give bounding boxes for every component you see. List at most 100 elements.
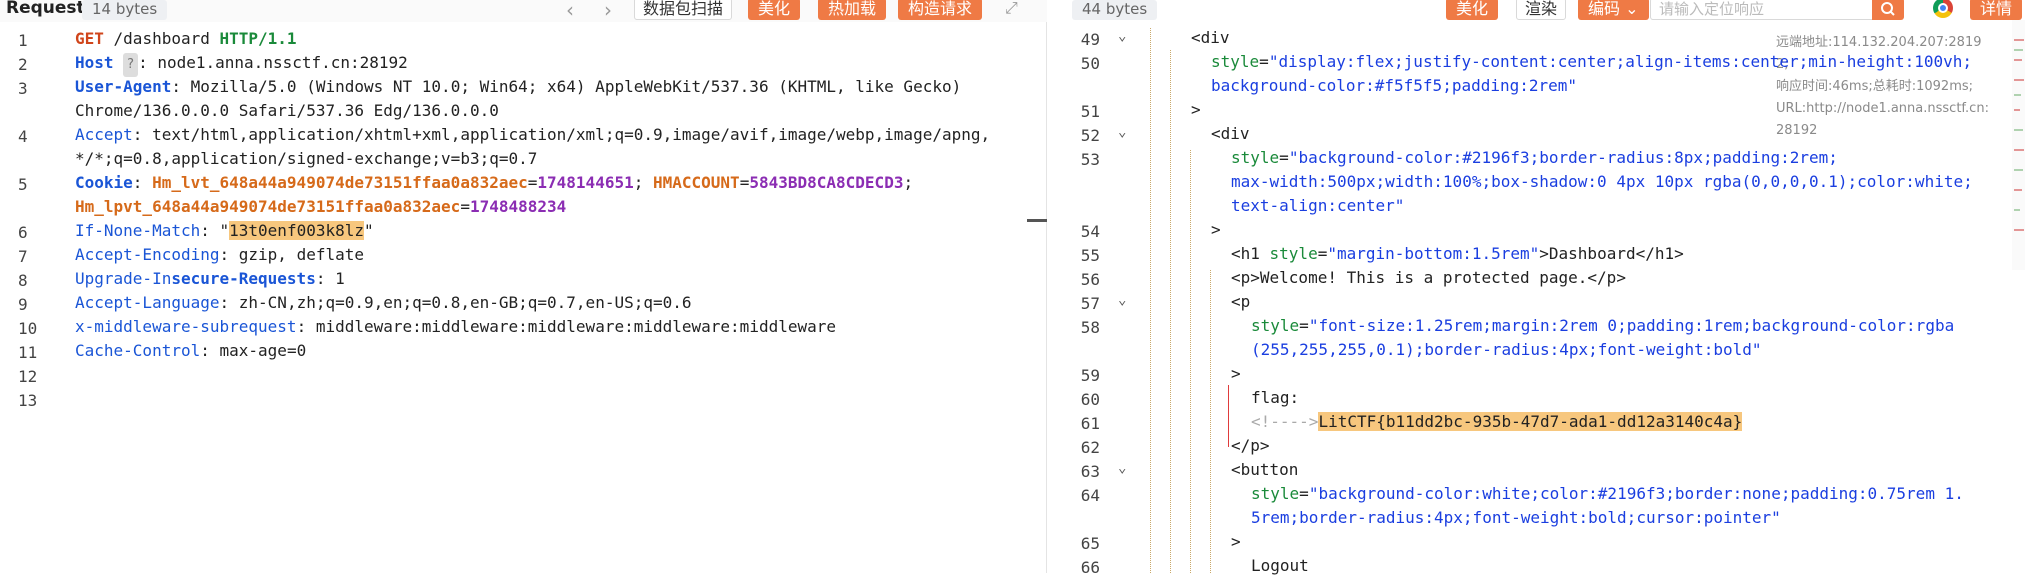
pane-splitter-handle[interactable] <box>1027 219 1047 222</box>
code-line: Logout <box>1251 556 1309 575</box>
indent-guide <box>1190 150 1191 573</box>
packet-scan-button[interactable]: 数据包扫描 <box>634 0 733 20</box>
header-accept-cont: */*;q=0.8,application/signed-exchange;v=… <box>75 149 538 168</box>
chevron-down-icon: ⌄ <box>1625 0 1639 18</box>
minimap-scrollbar[interactable] <box>2010 20 2027 270</box>
line-number: 54 <box>1080 222 1100 241</box>
response-pane: 44 bytes 美化 渲染 编码 ⌄ 请输入定位响应 详情 远端地址:114.… <box>1060 0 2027 577</box>
line-number: 12 <box>18 367 38 386</box>
response-bytes-badge: 44 bytes <box>1072 0 1158 20</box>
code-line: <p>Welcome! This is a protected page.</p… <box>1231 268 1626 287</box>
indent-guide-active <box>1228 385 1229 447</box>
header-accept: Accept: text/html,application/xhtml+xml,… <box>75 125 991 144</box>
fold-arrow-icon[interactable]: ⌄ <box>1118 124 1126 140</box>
code-line: > <box>1231 532 1241 551</box>
line-number: 1 <box>18 31 28 50</box>
line-number: 9 <box>18 295 28 314</box>
line-number: 65 <box>1080 534 1100 553</box>
line-number: 8 <box>18 271 28 290</box>
code-line: style="background-color:white;color:#219… <box>1251 484 1964 503</box>
code-line: <div <box>1191 28 1230 47</box>
code-line: 5rem;border-radius:4px;font-weight:bold;… <box>1251 508 1781 527</box>
code-line: background-color:#f5f5f5;padding:2rem" <box>1211 76 1578 95</box>
line-number: 52 <box>1080 126 1100 145</box>
header-x-middleware: x-middleware-subrequest: middleware:midd… <box>75 317 837 336</box>
line-number: 53 <box>1080 150 1100 169</box>
line-number: 56 <box>1080 270 1100 289</box>
details-button[interactable]: 详情 <box>1970 0 2023 20</box>
header-accept-encoding: Accept-Encoding: gzip, deflate <box>75 245 364 264</box>
code-line: max-width:500px;width:100%;box-shadow:0 … <box>1231 172 1973 191</box>
code-line: (255,255,255,0.1);border-radius:4px;font… <box>1251 340 1762 359</box>
header-upgrade-insecure: Upgrade-Insecure-Requests: 1 <box>75 269 345 288</box>
line-number: 11 <box>18 343 38 362</box>
render-button[interactable]: 渲染 <box>1516 0 1567 20</box>
line-number: 64 <box>1080 486 1100 505</box>
line-number: 50 <box>1080 54 1100 73</box>
code-line: <!---->LitCTF{b11dd2bc-935b-47d7-ada1-dd… <box>1251 412 1743 431</box>
code-line: style="display:flex;justify-content:cent… <box>1211 52 1973 71</box>
code-line: <button <box>1231 460 1299 479</box>
help-icon[interactable]: ? <box>123 53 139 77</box>
chrome-icon[interactable] <box>1933 0 1953 18</box>
code-line: style="font-size:1.25rem;margin:2rem 0;p… <box>1251 316 1955 335</box>
header-cache-control: Cache-Control: max-age=0 <box>75 341 307 360</box>
expand-icon[interactable]: ⤢ <box>1005 0 1018 18</box>
line-number: 57 <box>1080 294 1100 313</box>
hot-reload-button[interactable]: 热加载 <box>818 0 887 20</box>
chevron-left-icon[interactable]: ‹ <box>566 0 574 22</box>
request-line: GET /dashboard HTTP/1.1 <box>75 29 297 48</box>
line-number: 63 <box>1080 462 1100 481</box>
line-number: 60 <box>1080 390 1100 409</box>
line-number: 58 <box>1080 318 1100 337</box>
locate-search-input[interactable]: 请输入定位响应 <box>1650 0 1878 20</box>
fold-arrow-icon[interactable]: ⌄ <box>1118 292 1126 308</box>
code-line: <p <box>1231 292 1251 311</box>
line-number: 10 <box>18 319 38 338</box>
line-number: 59 <box>1080 366 1100 385</box>
header-host: Host ?: node1.anna.nssctf.cn:28192 <box>75 51 408 77</box>
response-info-panel: 远端地址:114.132.204.207:28192; 响应时间:46ms;总耗… <box>1776 32 1991 142</box>
request-title: Request <box>6 0 85 18</box>
indent-guide <box>1210 270 1211 573</box>
encoding-dropdown[interactable]: 编码 ⌄ <box>1578 0 1649 20</box>
response-url: URL:http://node1.anna.nssctf.cn:28192 <box>1776 101 1989 138</box>
line-number: 2 <box>18 55 28 74</box>
code-line: <div <box>1211 124 1250 143</box>
code-line: style="background-color:#2196f3;border-r… <box>1231 148 1838 167</box>
code-line: > <box>1231 364 1241 383</box>
code-line: </p> <box>1231 436 1270 455</box>
line-number: 51 <box>1080 102 1100 121</box>
code-line: <h1 style="margin-bottom:1.5rem">Dashboa… <box>1231 244 1684 263</box>
line-number: 13 <box>18 391 38 410</box>
line-number: 4 <box>18 127 28 146</box>
indent-guide <box>1150 28 1151 573</box>
response-toolbar: 44 bytes 美化 渲染 编码 ⌄ 请输入定位响应 详情 <box>1060 0 2027 22</box>
response-timing: 响应时间:46ms;总耗时:1092ms; <box>1776 79 1974 94</box>
request-toolbar: Request 14 bytes ‹ › 数据包扫描 美化 热加载 构造请求 ⤢ <box>0 0 1047 22</box>
flag-value: LitCTF{b11dd2bc-935b-47d7-ada1-dd12a3140… <box>1318 412 1743 431</box>
header-cookie-cont: Hm_lpvt_648a44a949074de73151ffaa0a832aec… <box>75 197 567 216</box>
line-number: 66 <box>1080 558 1100 577</box>
line-number: 6 <box>18 223 28 242</box>
selected-text: 13t0enf003k8lz <box>229 221 364 240</box>
header-if-none-match: If-None-Match: "13t0enf003k8lz" <box>75 221 374 240</box>
header-user-agent: User-Agent: Mozilla/5.0 (Windows NT 10.0… <box>75 77 962 96</box>
request-pane: Request 14 bytes ‹ › 数据包扫描 美化 热加载 构造请求 ⤢… <box>0 0 1047 573</box>
chevron-right-icon[interactable]: › <box>604 0 612 22</box>
code-line: text-align:center" <box>1231 196 1405 215</box>
header-user-agent-cont: Chrome/136.0.0.0 Safari/537.36 Edg/136.0… <box>75 101 499 120</box>
line-number: 62 <box>1080 438 1100 457</box>
search-icon[interactable] <box>1872 0 1904 20</box>
line-number: 5 <box>18 175 28 194</box>
fold-arrow-icon[interactable]: ⌄ <box>1118 28 1126 44</box>
request-bytes-badge: 14 bytes <box>82 0 168 20</box>
line-number: 61 <box>1080 414 1100 433</box>
build-request-button[interactable]: 构造请求 <box>898 0 983 20</box>
beautify-button[interactable]: 美化 <box>748 0 801 20</box>
indent-guide <box>1170 50 1171 573</box>
fold-arrow-icon[interactable]: ⌄ <box>1118 460 1126 476</box>
line-number: 49 <box>1080 30 1100 49</box>
response-beautify-button[interactable]: 美化 <box>1446 0 1499 20</box>
line-number: 7 <box>18 247 28 266</box>
